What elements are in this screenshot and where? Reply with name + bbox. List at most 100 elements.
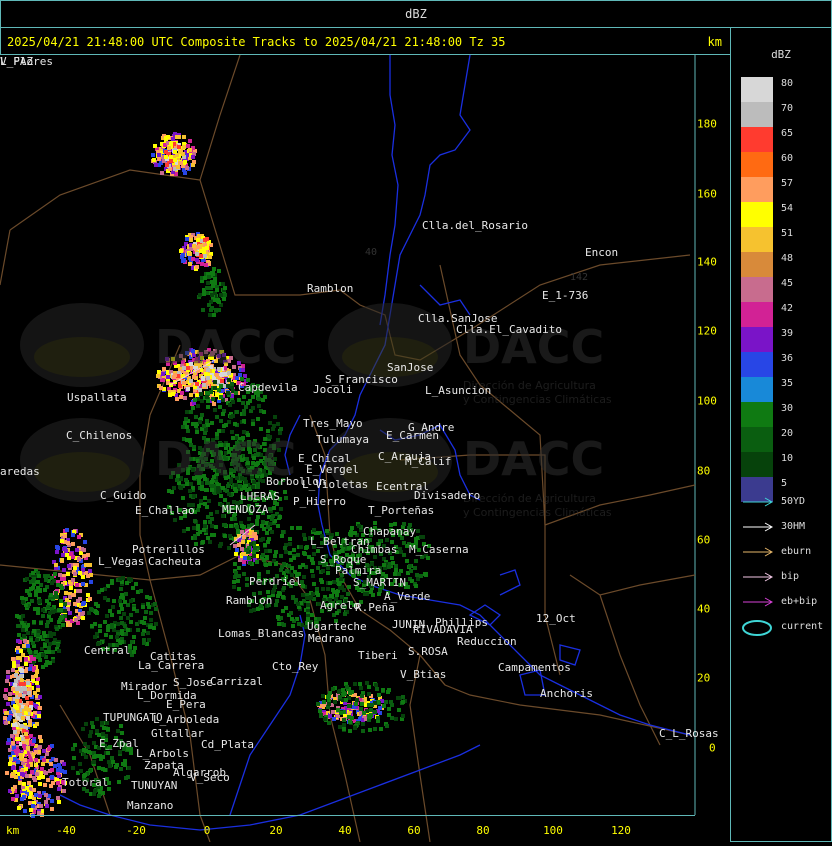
place-label: L_Vegas	[98, 555, 145, 568]
place-label: L_PAZ	[0, 55, 34, 68]
track-label-30HM: 30HM	[781, 521, 806, 532]
place-label: P_Hierro	[293, 495, 346, 508]
legend-label-51: 51	[781, 228, 794, 239]
place-label: L_Asuncion	[425, 384, 492, 397]
place-label: E_1-736	[542, 289, 589, 302]
legend-swatch-45	[741, 277, 773, 302]
place-label: MENDOZA	[222, 503, 269, 516]
header-title: 2025/04/21 21:48:00 UTC Composite Tracks…	[7, 35, 506, 49]
place-label: TUNUYAN	[131, 779, 178, 792]
place-label: S_Jose	[173, 676, 213, 689]
y-tick-180: 180	[697, 117, 717, 131]
place-label: E_Zpal	[99, 737, 139, 750]
place-label: T_Porteñas	[368, 504, 435, 517]
legend-label-30: 30	[781, 403, 794, 414]
place-label: Totoral	[62, 776, 109, 789]
x-tick: 40	[338, 824, 352, 837]
y-tick-160: 160	[697, 187, 717, 201]
place-label: Central	[84, 644, 131, 657]
legend-swatch-51	[741, 227, 773, 252]
x-tick: -20	[126, 824, 146, 837]
header-unit: km	[707, 35, 722, 49]
legend-swatch-57	[741, 177, 773, 202]
place-label: Anchoris	[540, 687, 593, 700]
legend-label-70: 70	[781, 103, 794, 114]
legend-label-80: 80	[781, 78, 794, 89]
legend-swatch-30	[741, 402, 773, 427]
place-label: Reduccion	[457, 635, 517, 648]
x-tick: -40	[56, 824, 76, 837]
svg-text:DACC: DACC	[155, 320, 296, 374]
place-label: Clla.El_Cavadito	[456, 323, 562, 336]
place-label: Tulumaya	[316, 433, 369, 446]
place-label: Capdevila	[238, 381, 298, 394]
legend-label-60: 60	[781, 153, 794, 164]
place-label: C_L_Rosas	[659, 727, 719, 740]
legend-swatch-65	[741, 127, 773, 152]
place-label: E_Challao	[135, 504, 195, 517]
legend-label-10: 10	[781, 453, 794, 464]
place-label: Cacheuta	[148, 555, 201, 568]
x-tick: 80	[476, 824, 490, 837]
x-tick: 100	[543, 824, 563, 837]
current-ellipse-icon	[741, 619, 773, 640]
place-label: Medrano	[308, 632, 355, 645]
place-label: LHERAS	[240, 490, 280, 503]
place-label: Agrelo	[320, 599, 360, 612]
top-title-bar: dBZ	[0, 0, 832, 28]
svg-text:y Contingencias Climáticas: y Contingencias Climáticas	[463, 506, 612, 519]
place-label: 12_Oct	[536, 612, 576, 625]
legend-label-20: 20	[781, 428, 794, 439]
place-label: Gltallar	[151, 727, 204, 740]
place-label: Cto_Rey	[272, 660, 319, 673]
legend-swatch-20	[741, 427, 773, 452]
legend-swatch-70	[741, 102, 773, 127]
legend-label-36: 36	[781, 353, 794, 364]
legend-swatch-42	[741, 302, 773, 327]
legend-label-54: 54	[781, 203, 794, 214]
legend-swatch-54	[741, 202, 773, 227]
x-tick: 60	[407, 824, 421, 837]
place-label: L_Violetas	[302, 478, 369, 491]
y-tick-120: 120	[697, 324, 717, 338]
place-label: Campamentos	[498, 661, 571, 674]
x-tick: 120	[611, 824, 631, 837]
place-label: Ramblon	[307, 282, 354, 295]
svg-text:DACC: DACC	[463, 432, 604, 486]
place-label: Tres_Mayo	[303, 417, 363, 430]
y-tick-140: 140	[697, 255, 717, 269]
track-arrow-icon	[741, 521, 775, 536]
header-bar: 2025/04/21 21:48:00 UTC Composite Tracks…	[0, 27, 731, 55]
place-label: C_Guido	[100, 489, 147, 502]
place-label: Uspallata	[67, 391, 127, 404]
legend-label-48: 48	[781, 253, 794, 264]
place-label: Lomas_Blancas	[218, 627, 305, 640]
y-tick-40: 40	[697, 602, 711, 616]
legend-title: dBZ	[771, 48, 791, 61]
legend-label-57: 57	[781, 178, 794, 189]
track-arrow-icon	[741, 496, 775, 511]
y-tick-80: 80	[697, 464, 711, 478]
place-label: Encon	[585, 246, 619, 259]
legend-label-65: 65	[781, 128, 794, 139]
place-label: Jocoli	[313, 383, 353, 396]
legend-panel: dBZ 80 70 65 60 57 54 51 48 45 42 39 36 35 30 20 10 5 50…	[730, 27, 832, 842]
track-arrow-icon	[741, 571, 775, 586]
place-label: E_Carmen	[386, 429, 439, 442]
place-label: S_MARTIN	[353, 576, 406, 589]
y-tick-60: 60	[697, 533, 711, 547]
svg-text:40: 40	[365, 247, 377, 258]
track-arrow-icon	[741, 596, 775, 611]
legend-swatch-80	[741, 77, 773, 102]
track-label-current: current	[781, 621, 824, 632]
place-label: E_Pera	[166, 698, 206, 711]
place-label: C_Chilenos	[66, 429, 133, 442]
place-label: M_Caserna	[409, 543, 469, 556]
top-title: dBZ	[405, 7, 427, 21]
place-label: Tiberi	[358, 649, 398, 662]
place-label: SanJose	[387, 361, 434, 374]
legend-swatch-39	[741, 327, 773, 352]
legend-swatch-35	[741, 377, 773, 402]
radar-map[interactable]: 40 142 DACC DACC DACC DACC Dirección de …	[0, 54, 731, 843]
track-label-bip: bip	[781, 571, 800, 582]
